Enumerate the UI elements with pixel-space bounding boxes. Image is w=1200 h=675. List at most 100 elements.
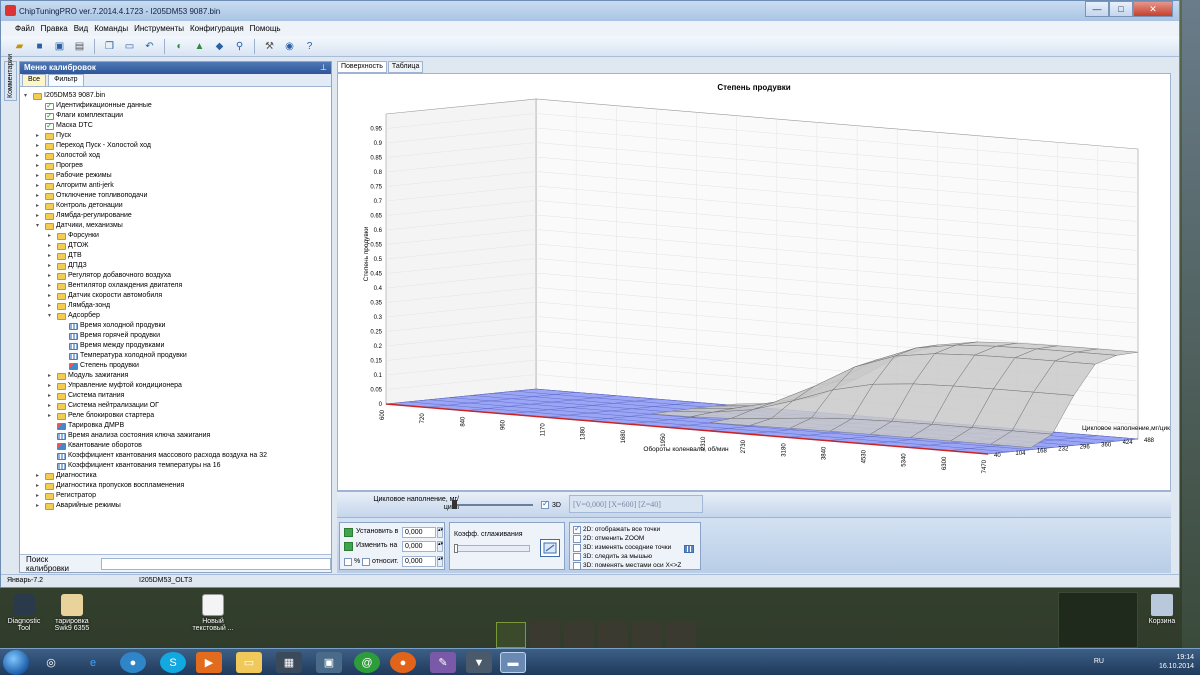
tree-item[interactable]: Степень продувки <box>60 361 139 371</box>
tree-item[interactable]: ▸ Алгоритм anti-jerk <box>36 181 114 191</box>
expander-icon[interactable]: ▸ <box>36 161 43 171</box>
expander-icon[interactable]: ▸ <box>36 151 43 161</box>
change-input[interactable]: 0,000 <box>402 541 436 552</box>
close-button[interactable]: ✕ <box>1133 1 1173 17</box>
tree-item[interactable]: ▸ Отключение топливоподачи <box>36 191 147 201</box>
expander-icon[interactable]: ▸ <box>36 491 43 501</box>
maximize-button[interactable]: □ <box>1109 1 1133 17</box>
tree-item[interactable]: ▸ ДТВ <box>48 251 82 261</box>
smoothing-slider[interactable] <box>454 545 530 552</box>
menu-view[interactable]: Вид <box>74 24 88 33</box>
tree-item[interactable]: ▸ Форсунки <box>48 231 99 241</box>
desktop-diagnostic-tool[interactable]: Diagnostic Tool <box>2 594 46 632</box>
tree-item[interactable]: ▸ ДПДЗ <box>48 261 87 271</box>
find-icon[interactable]: ▲ <box>191 38 208 55</box>
tree-item[interactable]: ▸ Контроль детонации <box>36 201 123 211</box>
expander-icon[interactable]: ▸ <box>36 501 43 511</box>
slider-track[interactable] <box>453 504 533 506</box>
expander-icon[interactable]: ▸ <box>48 391 55 401</box>
expander-icon[interactable]: ▸ <box>48 281 55 291</box>
set-spinner[interactable]: ▴▾ <box>437 527 443 538</box>
minimize-button[interactable]: — <box>1085 1 1109 17</box>
tab-surface[interactable]: Поверхность <box>337 61 387 73</box>
tree-item[interactable]: ▾ I205DM53 9087.bin <box>24 91 105 101</box>
tree-item[interactable]: ▸ Управление муфтой кондиционера <box>48 381 182 391</box>
expander-icon[interactable]: ▸ <box>36 141 43 151</box>
tree-item[interactable]: Тарировка ДМРВ <box>48 421 124 431</box>
expander-icon[interactable]: ▸ <box>48 371 55 381</box>
tree-item[interactable]: ▸ Аварийные режимы <box>36 501 121 511</box>
smoothing-thumb[interactable] <box>454 544 458 553</box>
option-checkbox[interactable] <box>573 544 581 552</box>
expander-icon[interactable]: ▸ <box>36 171 43 181</box>
tree-item[interactable]: ▸ Реле блокировки стартера <box>48 411 154 421</box>
expander-icon[interactable]: ▾ <box>24 91 31 101</box>
tree-item[interactable]: ▸ Холостой ход <box>36 151 100 161</box>
web-icon[interactable]: ◉ <box>281 38 298 55</box>
clock-date[interactable]: 16.10.2014 <box>1159 662 1194 671</box>
menu-config[interactable]: Конфигурация <box>190 24 244 33</box>
slider-thumb[interactable] <box>452 500 457 509</box>
tree-item[interactable]: Время холодной продувки <box>60 321 165 331</box>
change-spinner[interactable]: ▴▾ <box>437 541 443 552</box>
set-input[interactable]: 0,000 <box>402 527 436 538</box>
icq-icon[interactable]: @ <box>354 652 380 673</box>
tree-item[interactable]: ▸ Диагностика пропусков воспламенения <box>36 481 184 491</box>
set-button[interactable] <box>344 528 353 537</box>
expander-icon[interactable]: ▸ <box>36 191 43 201</box>
menu-file[interactable]: Файл <box>15 24 35 33</box>
expander-icon[interactable]: ▸ <box>36 211 43 221</box>
search-icon[interactable]: ⚲ <box>231 38 248 55</box>
tree-item[interactable]: Время между продувками <box>60 341 164 351</box>
percent-checkbox[interactable] <box>344 558 352 566</box>
tree-item[interactable]: Квантование оборотов <box>48 441 142 451</box>
surface-chart[interactable]: 600 720 840 960 1170 1380 1680 1950 2310 2730 3180… <box>337 73 1174 491</box>
tab-filter[interactable]: Фильтр <box>48 74 84 86</box>
tree-item[interactable]: ▸ Система нейтрализации ОГ <box>48 401 159 411</box>
expander-icon[interactable]: ▸ <box>36 471 43 481</box>
clock-time[interactable]: 19:14 <box>1159 653 1194 662</box>
compare-icon[interactable]: ◐ <box>171 38 188 55</box>
copy-icon[interactable]: ❐ <box>101 38 118 55</box>
menu-edit[interactable]: Правка <box>41 24 68 33</box>
chiptuning-task-icon[interactable]: ▬ <box>500 652 526 673</box>
save-as-icon[interactable]: ▣ <box>51 38 68 55</box>
option-checkbox[interactable] <box>573 562 581 570</box>
network-icon[interactable]: ▣ <box>316 652 342 673</box>
print-icon[interactable]: ▤ <box>71 38 88 55</box>
desktop-recycle-bin[interactable]: Корзина <box>1140 594 1184 625</box>
tree-item[interactable]: Идентификационные данные <box>36 101 152 111</box>
tree-item[interactable]: Температура холодной продувки <box>60 351 187 361</box>
expander-icon[interactable]: ▸ <box>36 481 43 491</box>
option-checkbox[interactable] <box>573 535 581 543</box>
tree-item[interactable]: ▸ Прогрев <box>36 161 83 171</box>
explorer-icon[interactable]: ▭ <box>236 652 262 673</box>
calendar-icon[interactable]: ▦ <box>276 652 302 673</box>
tree-item[interactable]: Флаги комплектации <box>36 111 123 121</box>
tree-item[interactable]: ▸ Регистратор <box>36 491 96 501</box>
expander-icon[interactable]: ▸ <box>36 201 43 211</box>
menu-commands[interactable]: Команды <box>94 24 128 33</box>
game-icon[interactable]: ▼ <box>466 652 492 673</box>
expander-icon[interactable]: ▸ <box>48 231 55 241</box>
expander-icon[interactable]: ▸ <box>48 411 55 421</box>
tree-item[interactable]: ▸ Регулятор добавочного воздуха <box>48 271 171 281</box>
menu-tools[interactable]: Инструменты <box>134 24 184 33</box>
expander-icon[interactable]: ▸ <box>48 251 55 261</box>
tree-item[interactable]: ▾ Адсорбер <box>48 311 100 321</box>
tree-item[interactable]: Маска DTC <box>36 121 93 131</box>
wot-icon[interactable]: ◎ <box>38 652 64 673</box>
skype-icon[interactable]: S <box>160 652 186 673</box>
expander-icon[interactable]: ▸ <box>48 381 55 391</box>
save-icon[interactable]: ■ <box>31 38 48 55</box>
ie-icon[interactable]: e <box>80 652 106 673</box>
expander-icon[interactable]: ▸ <box>48 291 55 301</box>
tree-item[interactable]: ▸ Датчик скорости автомобиля <box>48 291 162 301</box>
search-input[interactable] <box>100 557 331 570</box>
expander-icon[interactable]: ▸ <box>48 401 55 411</box>
tree-item[interactable]: ▸ Вентилятор охлаждения двигателя <box>48 281 182 291</box>
expander-icon[interactable]: ▾ <box>36 221 43 231</box>
tree-item[interactable]: ▸ ДТОЖ <box>48 241 88 251</box>
tree-item[interactable]: Время горячей продувки <box>60 331 160 341</box>
option-checkbox[interactable] <box>573 524 581 534</box>
